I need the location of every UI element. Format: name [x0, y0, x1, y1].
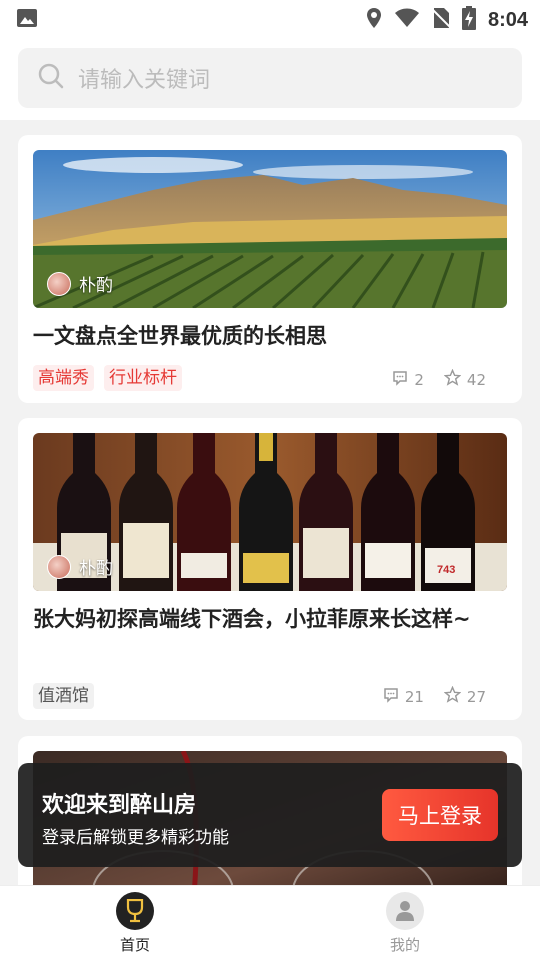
comment-count-value: 21	[404, 687, 424, 706]
tag-list: 高端秀 行业标杆	[33, 365, 182, 391]
author-name: 朴酌	[79, 559, 113, 579]
tag[interactable]: 高端秀	[33, 365, 94, 391]
login-prompt-banner: 欢迎来到醉山房 登录后解锁更多精彩功能 马上登录	[18, 763, 522, 867]
comment-count[interactable]: 2	[392, 370, 424, 390]
tag[interactable]: 行业标杆	[104, 365, 182, 391]
article-stats: 21 27	[383, 685, 486, 707]
author-name: 朴酌	[79, 276, 113, 296]
comment-icon	[392, 370, 408, 390]
banner-subtitle: 登录后解锁更多精彩功能	[42, 828, 229, 848]
article-cover-image[interactable]: 朴酌	[33, 150, 507, 308]
star-icon	[443, 685, 462, 707]
tag-list: 值酒馆	[33, 683, 94, 709]
article-stats: 2 42	[392, 368, 486, 390]
clock-time: 8:04	[487, 8, 528, 31]
nav-label: 我的	[389, 936, 420, 954]
user-icon	[386, 892, 424, 930]
tag[interactable]: 值酒馆	[33, 683, 94, 709]
author-info[interactable]: 朴酌	[47, 271, 113, 296]
star-icon	[443, 368, 462, 390]
search-icon	[38, 63, 64, 93]
svg-text:743: 743	[437, 564, 455, 576]
author-info[interactable]: 朴酌	[47, 554, 113, 579]
star-count-value: 27	[466, 687, 486, 706]
search-input[interactable]: 请输入关键词	[18, 48, 522, 108]
nav-item-profile[interactable]: 我的	[345, 892, 465, 955]
article-title[interactable]: 一文盘点全世界最优质的长相思	[33, 318, 507, 354]
search-header: 请输入关键词	[0, 36, 540, 120]
wine-glass-icon	[116, 892, 154, 930]
author-avatar	[47, 554, 71, 579]
status-bar: 8:04	[0, 0, 540, 36]
article-title[interactable]: 张大妈初探高端线下酒会，小拉菲原来长这样~	[33, 601, 507, 637]
battery-charging-icon	[461, 6, 476, 34]
banner-title: 欢迎来到醉山房	[42, 793, 197, 818]
star-count[interactable]: 27	[443, 685, 486, 707]
search-placeholder: 请输入关键词	[78, 68, 211, 93]
nav-label: 首页	[119, 936, 150, 954]
no-sim-icon	[431, 7, 451, 33]
article-card[interactable]: 朴酌 一文盘点全世界最优质的长相思 高端秀 行业标杆 2 42	[18, 135, 522, 403]
star-count-value: 42	[466, 370, 486, 389]
author-avatar	[47, 271, 71, 296]
wifi-icon	[394, 8, 420, 32]
image-notification-icon	[16, 8, 38, 32]
article-card[interactable]: 743 朴酌 张大妈初探高端线下酒会，小拉菲原来长这样~ 值酒馆 21 27	[18, 418, 522, 720]
login-button[interactable]: 马上登录	[382, 789, 498, 841]
star-count[interactable]: 42	[443, 368, 486, 390]
comment-count[interactable]: 21	[383, 687, 424, 707]
location-icon	[366, 7, 382, 33]
comment-icon	[383, 687, 399, 707]
comment-count-value: 2	[414, 370, 424, 389]
nav-item-home[interactable]: 首页	[75, 892, 195, 955]
article-cover-image[interactable]: 743 朴酌	[33, 433, 507, 591]
bottom-navigation: 首页 我的	[0, 885, 540, 960]
